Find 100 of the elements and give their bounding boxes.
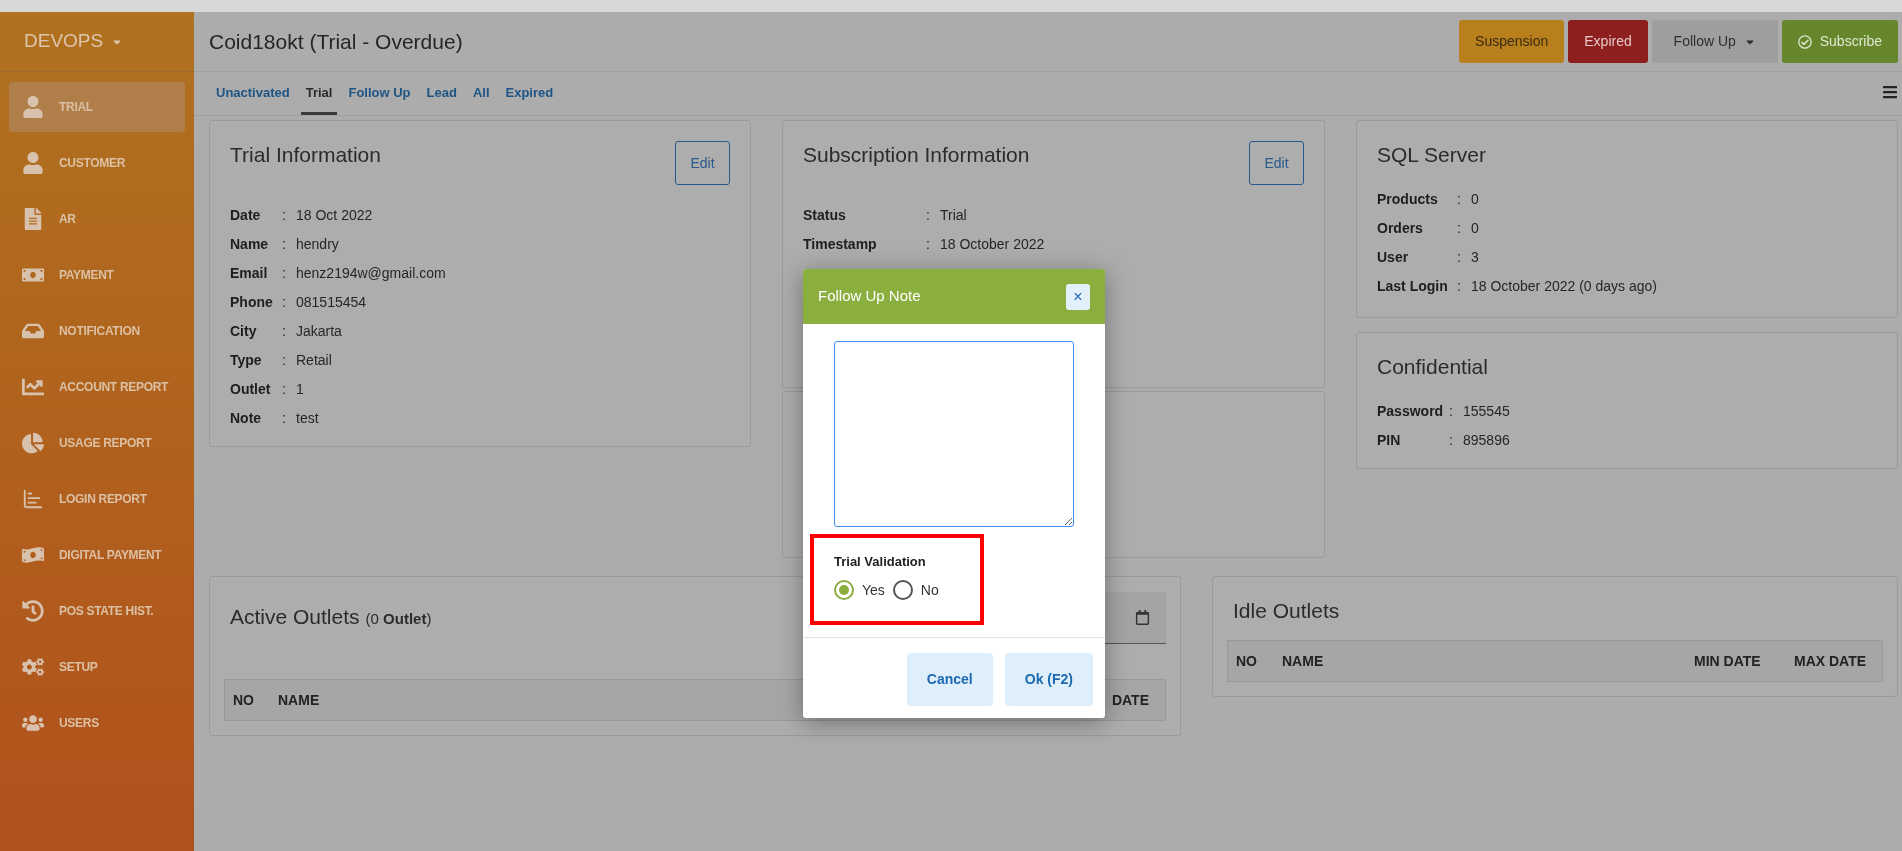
field-label: Orders [1377,219,1424,238]
field-value: 0 [1471,190,1479,209]
separator: : [282,409,287,428]
tab[interactable]: Trial [300,78,338,115]
sidebar-item[interactable]: ACCOUNT REPORT [9,362,185,412]
card-title: Idle Outlets [1233,598,1341,624]
edit-button[interactable]: Edit [1249,141,1304,185]
separator: : [1457,277,1462,296]
tab[interactable]: Lead [421,78,462,115]
check-icon [1797,34,1812,49]
card-title: Trial Information [230,142,381,168]
separator: : [282,206,287,225]
radio-button[interactable] [834,580,854,600]
field-value: test [296,409,319,428]
field-value: 18 October 2022 (0 days ago) [1471,277,1657,296]
tab[interactable]: Unactivated [211,78,295,115]
brand-dropdown[interactable]: DEVOPS [24,27,124,56]
sidebar-item[interactable]: AR [9,194,185,244]
users-icon [22,712,44,734]
field-value: 1 [296,380,304,399]
separator: : [1457,219,1462,238]
tab[interactable]: Expired [500,78,559,115]
bar-chart-icon [22,488,44,510]
close-button[interactable]: × [1066,283,1090,310]
outlet-count: (0 Outlet) [365,609,432,629]
field-value: 3 [1471,248,1479,267]
sidebar-item[interactable]: NOTIFICATION [9,306,185,356]
field-value: 18 October 2022 [940,235,1045,254]
sidebar-item[interactable]: CUSTOMER [9,138,185,188]
column-header: NAME [1282,651,1324,671]
field-label: Name [230,235,270,254]
page-title: Coid18okt (Trial - Overdue) [209,28,463,55]
action-button[interactable]: Subscribe [1781,20,1898,63]
separator: : [1457,248,1462,267]
edit-button[interactable]: Edit [675,141,730,185]
column-header: NO [233,690,255,710]
history-icon [22,600,44,622]
field-label: Products [1377,190,1439,209]
gears-icon [22,656,44,678]
separator: : [926,206,931,225]
banknote-icon [22,544,44,566]
field-label: Outlet [230,380,272,399]
field-value: hendry [296,235,339,254]
action-button[interactable]: Suspension [1459,20,1565,63]
field-label: Last Login [1377,277,1449,296]
field-label: Type [230,351,263,370]
action-button[interactable]: Expired [1568,20,1648,63]
field-label: Phone [230,293,274,312]
card-title: Confidential [1377,354,1489,380]
field-value: henz2194w@gmail.com [296,264,446,283]
separator: : [282,235,287,254]
card-title: Subscription Information [803,142,1030,168]
pie-chart-icon [22,432,44,454]
radio-option[interactable]: Yes [834,579,885,601]
sidebar-item[interactable]: LOGIN REPORT [9,474,185,524]
field-label: Trial Validation [834,553,927,571]
field-label: Note [230,409,263,428]
tab[interactable]: Follow Up [343,78,416,115]
separator: : [282,322,287,341]
field-label: Status [803,206,847,225]
sidebar-item[interactable]: SETUP [9,642,185,692]
field-label: Date [230,206,262,225]
column-header: NAME [278,690,320,710]
field-value: 18 Oct 2022 [296,206,373,225]
sidebar-item[interactable]: POS STATE HIST. [9,586,185,636]
line-chart-icon [22,376,44,398]
card-title: SQL Server [1377,142,1487,168]
field-label: User [1377,248,1410,267]
field-label: City [230,322,258,341]
calendar-icon [1135,610,1150,625]
column-header: MAX DATE [1794,651,1868,671]
column-header: MIN DATE [1694,651,1762,671]
dropdown-button[interactable]: Follow Up [1651,20,1778,63]
separator: : [282,264,287,283]
field-label: Timestamp [803,235,878,254]
sidebar-item[interactable]: PAYMENT [9,250,185,300]
document-icon [22,208,44,230]
separator: : [926,235,931,254]
user-icon [22,96,44,118]
field-label: Password [1377,402,1445,421]
column-header: NO [1236,651,1258,671]
field-value: Retail [296,351,332,370]
sidebar-item[interactable]: TRIAL [9,82,185,132]
field-value: 895896 [1463,431,1510,450]
tab[interactable]: All [467,78,495,115]
card-title: Active Outlets [230,604,360,630]
field-value: 0 [1471,219,1479,238]
sidebar-item[interactable]: DIGITAL PAYMENT [9,530,185,580]
dialog-button[interactable]: Ok (F2) [1004,653,1093,706]
dialog-button[interactable]: Cancel [906,653,993,706]
menu-icon[interactable] [1882,84,1898,100]
separator: : [282,351,287,370]
note-field[interactable] [834,341,1074,527]
radio-button[interactable] [892,580,913,600]
sidebar-item[interactable]: USAGE REPORT [9,418,185,468]
separator: : [1449,402,1454,421]
field-label: Email [230,264,269,283]
separator: : [282,380,287,399]
radio-option[interactable]: No [892,579,939,601]
sidebar-item[interactable]: USERS [9,698,185,748]
